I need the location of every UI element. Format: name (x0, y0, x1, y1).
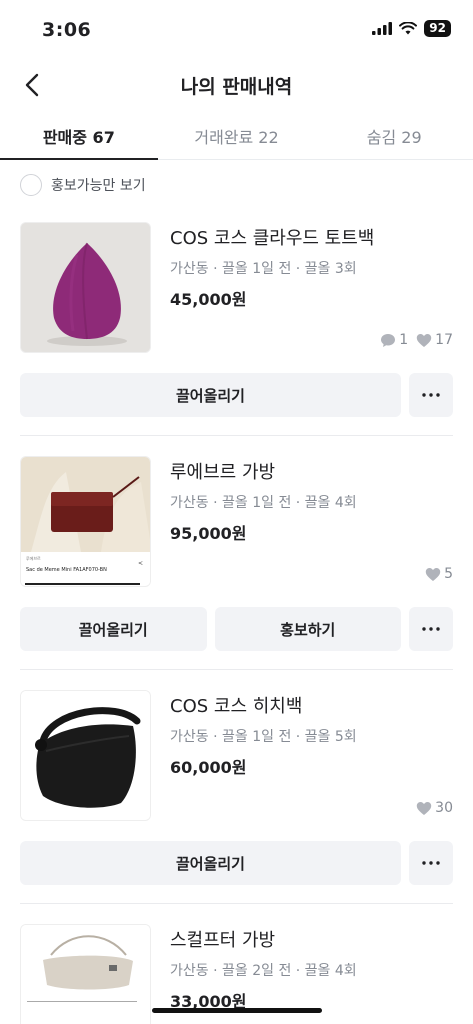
like-count-value: 17 (435, 332, 453, 348)
item-price: 60,000원 (170, 758, 247, 777)
item-actions: 끌어올리기 (20, 373, 453, 417)
promote-button[interactable]: 홍보하기 (214, 607, 401, 651)
tab-on-sale[interactable]: 판매중 67 (0, 112, 158, 160)
item-info[interactable]: 루에브르 가방 가산동 · 끌올 1일 전 · 끌올 4회 95,000원 (170, 458, 357, 544)
item-title: COS 코스 클라우드 토트백 (170, 228, 375, 249)
bump-button[interactable]: 끌어올리기 (20, 607, 207, 651)
more-horizontal-icon (422, 861, 440, 865)
more-button[interactable] (409, 607, 453, 651)
item-title: COS 코스 히치백 (170, 696, 303, 717)
item-thumbnail[interactable] (20, 222, 151, 353)
item-actions: 끌어올리기 홍보하기 (20, 607, 453, 651)
thumb-small-label: 루에브르 (26, 556, 41, 561)
chat-count-value: 1 (399, 332, 409, 348)
filter-radio[interactable] (20, 174, 42, 196)
item-meta: 가산동 · 끌올 1일 전 · 끌올 3회 (170, 261, 357, 277)
item-info[interactable]: 스컬프터 가방 가산동 · 끌올 2일 전 · 끌올 4회 33,000원 (170, 926, 357, 1012)
like-count: 17 (416, 332, 453, 348)
item-divider (20, 903, 453, 904)
bump-button[interactable]: 끌어올리기 (20, 373, 401, 417)
status-bar: 3:06 92 (0, 0, 473, 58)
item-actions: 끌어올리기 (20, 841, 453, 885)
bump-button[interactable]: 끌어올리기 (20, 841, 401, 885)
like-count: 30 (416, 800, 453, 816)
bag-image (21, 691, 150, 820)
promotable-filter[interactable]: 홍보가능만 보기 (20, 174, 146, 196)
more-horizontal-icon (422, 627, 440, 631)
item-meta: 가산동 · 끌올 1일 전 · 끌올 4회 (170, 495, 357, 511)
filter-label: 홍보가능만 보기 (51, 178, 146, 194)
chat-count: 1 (380, 332, 408, 348)
like-count-value: 5 (444, 566, 453, 582)
item-counts: 5 (425, 566, 453, 582)
item-counts: 1 17 (380, 332, 453, 348)
bag-image (21, 223, 150, 352)
status-time: 3:06 (42, 19, 92, 41)
battery-indicator: 92 (424, 20, 451, 37)
page-title: 나의 판매내역 (180, 76, 293, 98)
item-info[interactable]: COS 코스 히치백 가산동 · 끌올 1일 전 · 끌올 5회 60,000원 (170, 692, 357, 778)
like-count-value: 30 (435, 800, 453, 816)
item-meta: 가산동 · 끌올 2일 전 · 끌올 4회 (170, 963, 357, 979)
item-counts: 30 (416, 800, 453, 816)
item-title: 루에브르 가방 (170, 462, 276, 483)
wifi-icon (399, 22, 418, 35)
item-price: 45,000원 (170, 290, 247, 309)
item-divider (20, 669, 453, 670)
tab-hidden[interactable]: 숨김 29 (315, 112, 473, 159)
chat-icon (381, 333, 396, 347)
share-icon: < (137, 560, 143, 567)
item-thumbnail[interactable] (20, 924, 151, 1024)
item-meta: 가산동 · 끌올 1일 전 · 끌올 5회 (170, 729, 357, 745)
heart-icon (416, 333, 432, 347)
signal-icon (372, 22, 393, 35)
item-divider (20, 435, 453, 436)
item-thumbnail[interactable] (20, 690, 151, 821)
more-horizontal-icon (422, 393, 440, 397)
tab-completed[interactable]: 거래완료 22 (158, 112, 316, 159)
heart-icon (416, 801, 432, 815)
status-icons: 92 (372, 20, 451, 37)
heart-icon (425, 567, 441, 581)
thumb-caption: Sac de Meme Mini FA1AF070-BN (26, 567, 107, 573)
bag-image (21, 925, 150, 1024)
home-indicator (152, 1008, 322, 1013)
more-button[interactable] (409, 373, 453, 417)
item-info[interactable]: COS 코스 클라우드 토트백 가산동 · 끌올 1일 전 · 끌올 3회 45… (170, 224, 374, 310)
item-price: 95,000원 (170, 524, 247, 543)
more-button[interactable] (409, 841, 453, 885)
item-title: 스컬프터 가방 (170, 930, 276, 951)
header: 나의 판매내역 (0, 58, 473, 110)
item-thumbnail[interactable]: 루에브르 Sac de Meme Mini FA1AF070-BN < (20, 456, 151, 587)
tab-bar: 판매중 67 거래완료 22 숨김 29 (0, 112, 473, 160)
like-count: 5 (425, 566, 453, 582)
